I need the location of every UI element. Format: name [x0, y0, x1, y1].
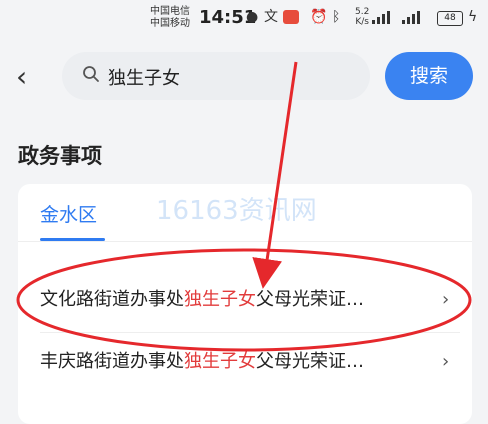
- annotation-ellipse: [16, 248, 472, 352]
- annotation-overlay: [16, 61, 472, 352]
- annotation-arrow: [252, 61, 298, 289]
